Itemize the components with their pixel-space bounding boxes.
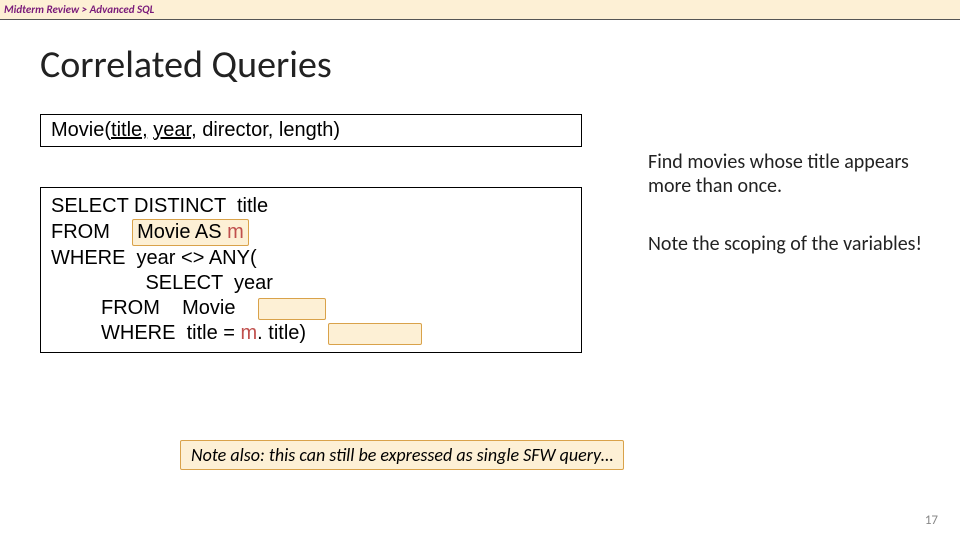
blank-highlight-2 xyxy=(328,323,422,345)
corr-m: m xyxy=(240,322,257,344)
schema-key-title: title, xyxy=(111,119,148,141)
q-line3: WHERE year <> ANY( xyxy=(51,247,257,269)
content-area: Movie(title, year, director, length) SEL… xyxy=(40,114,920,414)
breadcrumb-child: Advanced SQL xyxy=(90,3,155,16)
footnote: Note also: this can still be expressed a… xyxy=(180,440,624,470)
page-number: 17 xyxy=(925,513,938,528)
note-spacer xyxy=(648,198,928,232)
alias-text: Movie AS xyxy=(137,221,227,243)
schema-relation: Movie( xyxy=(51,119,111,141)
page-title: Correlated Queries xyxy=(40,42,960,88)
breadcrumb: Midterm Review > Advanced SQL xyxy=(0,0,960,20)
q-line1: SELECT DISTINCT title xyxy=(51,195,268,217)
breadcrumb-parent: Midterm Review xyxy=(4,3,79,16)
schema-box: Movie(title, year, director, length) xyxy=(40,114,582,147)
breadcrumb-sep: > xyxy=(79,3,89,16)
note-scoping: Note the scoping of the variables! xyxy=(648,232,928,256)
q-line6-tail: . title) xyxy=(257,322,328,344)
sql-query-box: SELECT DISTINCT title FROM Movie AS m WH… xyxy=(40,187,582,353)
q-line5: FROM Movie xyxy=(51,297,258,319)
alias-highlight-box: Movie AS m xyxy=(132,219,249,246)
alias-m: m xyxy=(227,221,244,243)
q-line2-head: FROM xyxy=(51,221,132,243)
q-line6-head: WHERE title = xyxy=(51,322,240,344)
blank-highlight-1 xyxy=(258,298,326,320)
note-purpose: Find movies whose title appears more tha… xyxy=(648,150,928,198)
schema-rest: , director, length) xyxy=(191,119,340,141)
schema-key-year: year xyxy=(153,119,191,141)
q-line4: SELECT year xyxy=(51,272,273,294)
side-notes: Find movies whose title appears more tha… xyxy=(648,150,928,256)
